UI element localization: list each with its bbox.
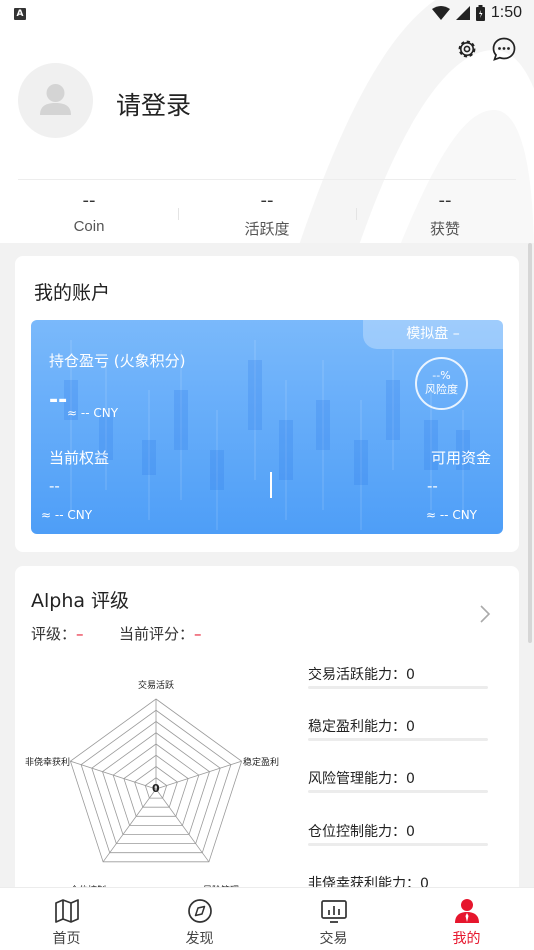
user-icon (455, 899, 479, 923)
stat-label: 获赞 (429, 221, 460, 238)
pnl-cny: ≈ -- CNY (67, 406, 119, 420)
stat-likes[interactable]: -- 获赞 (356, 188, 534, 239)
stat-value: -- (82, 190, 96, 211)
stat-value: -- (260, 190, 274, 211)
ability-bar (308, 843, 488, 846)
radar-axis-label: 稳定盈利 (243, 756, 279, 768)
battery-icon (475, 5, 485, 21)
tab-label: 首页 (52, 931, 81, 947)
tab-home[interactable]: 首页 (0, 888, 133, 950)
tab-label: 发现 (185, 931, 214, 947)
message-icon[interactable] (491, 36, 517, 62)
radar-chart: 交易活跃 稳定盈利 风险管理 仓位控制 非侥幸获利 0 (25, 679, 279, 896)
notification-badge: A (14, 8, 26, 20)
settings-icon[interactable] (454, 36, 480, 62)
account-title: 我的账户 (34, 282, 111, 304)
available-value: -- (427, 477, 438, 495)
rating-label: 评级： (31, 625, 77, 643)
radar-axis-label: 非侥幸获利 (25, 756, 70, 768)
risk-gauge: --% 风险度 (415, 357, 468, 410)
ability-value: 0 (406, 771, 415, 787)
avatar[interactable] (18, 63, 93, 138)
ability-label: 交易活跃能力： (308, 667, 406, 683)
scrollbar[interactable] (528, 243, 532, 643)
account-card: 我的账户 模拟盘 – 持仓盈亏 (火象积分) -- ≈ -- CNY --% 风… (15, 256, 519, 552)
score-row: 当前评分：– (119, 623, 202, 644)
score-value: – (194, 625, 202, 643)
ability-bar (308, 738, 488, 741)
alpha-rating-card[interactable]: Alpha 评级 评级：– 当前评分：– 交易活跃 稳定盈利 风险管理 仓位控制… (15, 566, 519, 906)
stat-label: Coin (73, 218, 105, 235)
risk-label: 风险度 (425, 382, 458, 396)
signal-icon (455, 6, 470, 20)
ability-bar (308, 790, 488, 793)
ability-label: 仓位控制能力： (308, 824, 406, 840)
tab-label: 我的 (452, 931, 481, 947)
compass-icon (188, 899, 212, 923)
tab-mine[interactable]: 我的 (400, 888, 533, 950)
ability-value: 0 (406, 824, 415, 840)
status-bar: A 1:50 (0, 0, 534, 30)
rating-row: 评级：– (31, 623, 84, 644)
stat-activity[interactable]: -- 活跃度 (178, 188, 356, 239)
ability-risk-management: 风险管理能力：0 (308, 768, 415, 788)
stat-label: 活跃度 (244, 221, 290, 238)
stat-value: -- (438, 190, 452, 211)
login-prompt[interactable]: 请登录 (116, 86, 191, 122)
radar-axis-label: 交易活跃 (138, 679, 174, 691)
account-panel[interactable]: 模拟盘 – 持仓盈亏 (火象积分) -- ≈ -- CNY --% 风险度 当前… (31, 320, 503, 534)
wifi-icon (431, 6, 450, 20)
ability-value: 0 (406, 719, 415, 735)
equity-label: 当前权益 (49, 449, 110, 467)
available-label: 可用资金 (430, 449, 491, 467)
stat-coin[interactable]: -- Coin (0, 188, 178, 235)
equity-cny: ≈ -- CNY (41, 508, 93, 522)
ability-position-control: 仓位控制能力：0 (308, 821, 415, 841)
book-map-icon (55, 899, 79, 923)
divider (270, 472, 272, 498)
tab-label: 交易 (319, 931, 348, 947)
ability-label: 风险管理能力： (308, 771, 406, 787)
radar-spoke (70, 760, 157, 790)
ability-stable-profit: 稳定盈利能力：0 (308, 716, 415, 736)
chevron-right-icon[interactable] (479, 604, 491, 624)
pnl-label: 持仓盈亏 (火象积分) (49, 352, 186, 370)
ability-trading-activity: 交易活跃能力：0 (308, 664, 415, 684)
chart-icon (321, 900, 347, 923)
ability-label: 稳定盈利能力： (308, 719, 406, 735)
equity-value: -- (49, 477, 60, 495)
pnl-value: -- (49, 388, 68, 413)
tab-trade[interactable]: 交易 (267, 888, 400, 950)
radar-spoke (155, 760, 242, 790)
rating-value: – (76, 625, 84, 643)
bottom-tab-bar: 首页 发现 交易 我的 (0, 887, 534, 950)
simulation-tag[interactable]: 模拟盘 – (363, 320, 503, 349)
radar-center-value: 0 (152, 782, 160, 795)
profile-header: A 1:50 请登录 -- Coin -- 活跃度 -- 获赞 (0, 0, 534, 243)
alpha-title: Alpha 评级 (31, 590, 130, 612)
clock: 1:50 (490, 4, 522, 21)
available-cny: ≈ -- CNY (425, 508, 477, 522)
ability-value: 0 (406, 667, 415, 683)
tab-discover[interactable]: 发现 (133, 888, 266, 950)
ability-bar (308, 686, 488, 689)
default-user-icon (40, 84, 71, 115)
risk-value: --% (432, 369, 451, 382)
divider (18, 179, 516, 180)
score-label: 当前评分： (119, 625, 195, 643)
